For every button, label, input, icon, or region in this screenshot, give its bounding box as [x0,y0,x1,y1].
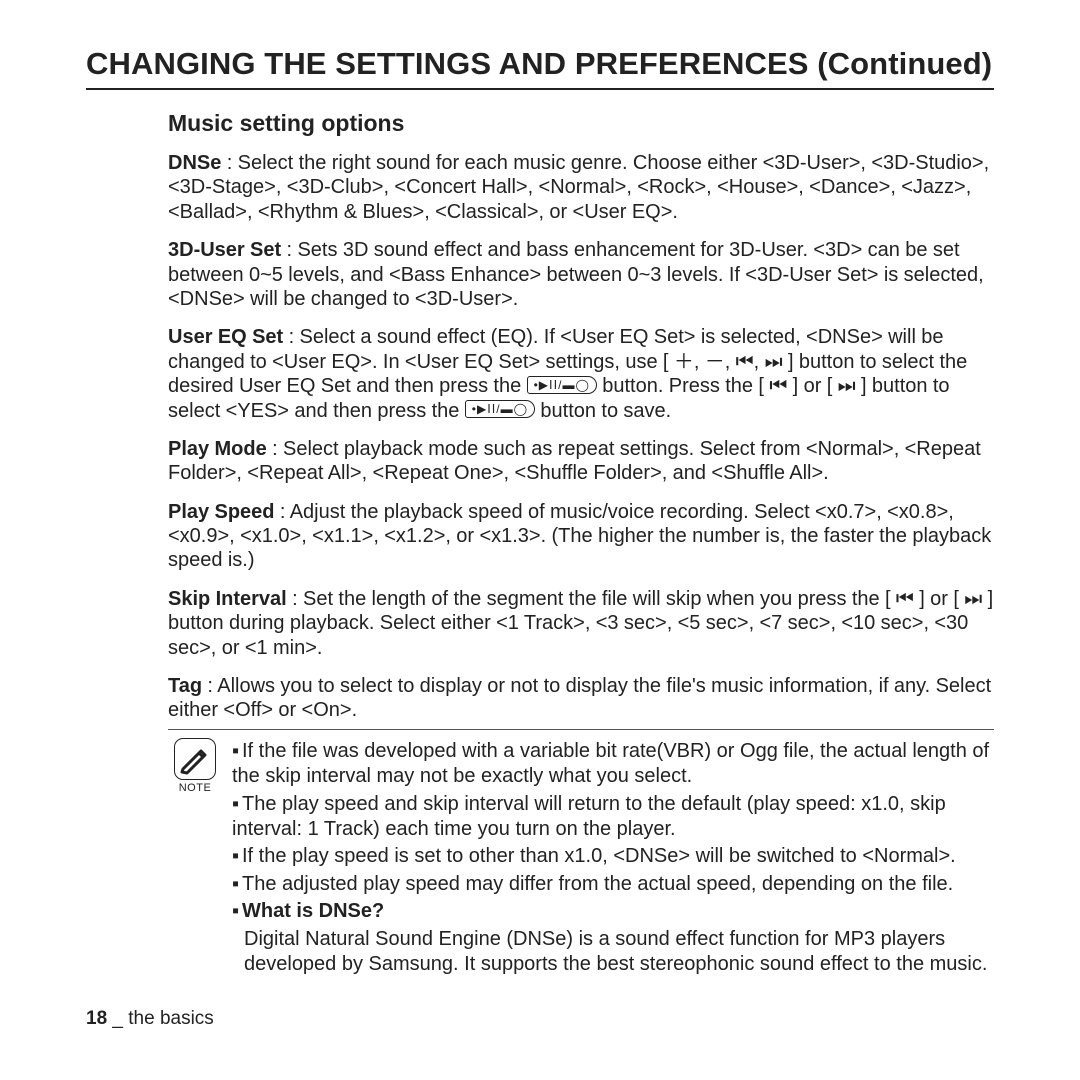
play-pause-power-button-icon: •▶ⅠⅠ/▬◯ [465,400,535,418]
option-label: DNSe [168,152,221,174]
option-text-post: button to save. [535,400,671,422]
page-title: CHANGING THE SETTINGS AND PREFERENCES (C… [86,46,994,82]
note-pencil-icon [174,738,216,780]
option-label: Skip Interval [168,588,287,610]
note-item: ▪If the file was developed with a variab… [232,739,994,790]
note-item: ▪The adjusted play speed may differ from… [232,872,994,897]
note-text: If the file was developed with a variabl… [232,740,989,787]
note-label: NOTE [168,782,222,794]
page-footer: 18 _ the basics [86,1008,214,1030]
note-block: NOTE ▪If the file was developed with a v… [168,738,994,978]
option-label: User EQ Set [168,326,283,348]
option-3d-user-set: 3D-User Set : Sets 3D sound effect and b… [168,238,994,311]
option-text: : Sets 3D sound effect and bass enhancem… [168,239,984,310]
title-rule [86,88,994,90]
option-text: : Select playback mode such as repeat se… [168,438,981,484]
section-divider [168,729,994,730]
note-text: The adjusted play speed may differ from … [242,873,953,895]
note-badge: NOTE [168,738,222,794]
note-item: ▪If the play speed is set to other than … [232,844,994,869]
option-play-mode: Play Mode : Select playback mode such as… [168,437,994,486]
note-question: What is DNSe? [242,900,384,922]
option-play-speed: Play Speed : Adjust the playback speed o… [168,500,994,573]
option-text: : Select the right sound for each music … [168,152,989,223]
option-skip-interval: Skip Interval : Set the length of the se… [168,587,994,660]
note-list: ▪If the file was developed with a variab… [232,739,994,978]
footer-section: _ the basics [107,1008,214,1029]
note-item: ▪The play speed and skip interval will r… [232,792,994,843]
option-text: : Allows you to select to display or not… [168,675,991,721]
option-text: : Set the length of the segment the file… [168,588,993,659]
note-item-question: ▪What is DNSe? [232,899,994,924]
option-label: 3D-User Set [168,239,281,261]
section-subheading: Music setting options [168,110,994,137]
note-text: The play speed and skip interval will re… [232,793,946,840]
note-answer: Digital Natural Sound Engine (DNSe) is a… [232,927,994,978]
page-number: 18 [86,1008,107,1029]
option-user-eq-set: User EQ Set : Select a sound effect (EQ)… [168,325,994,423]
note-text: If the play speed is set to other than x… [242,845,956,867]
option-label: Tag [168,675,202,697]
option-label: Play Mode [168,438,267,460]
option-text: : Adjust the playback speed of music/voi… [168,501,991,572]
option-tag: Tag : Allows you to select to display or… [168,674,994,723]
option-label: Play Speed [168,501,275,523]
play-pause-power-button-icon: •▶ⅠⅠ/▬◯ [527,376,597,394]
option-dnse: DNSe : Select the right sound for each m… [168,151,994,224]
